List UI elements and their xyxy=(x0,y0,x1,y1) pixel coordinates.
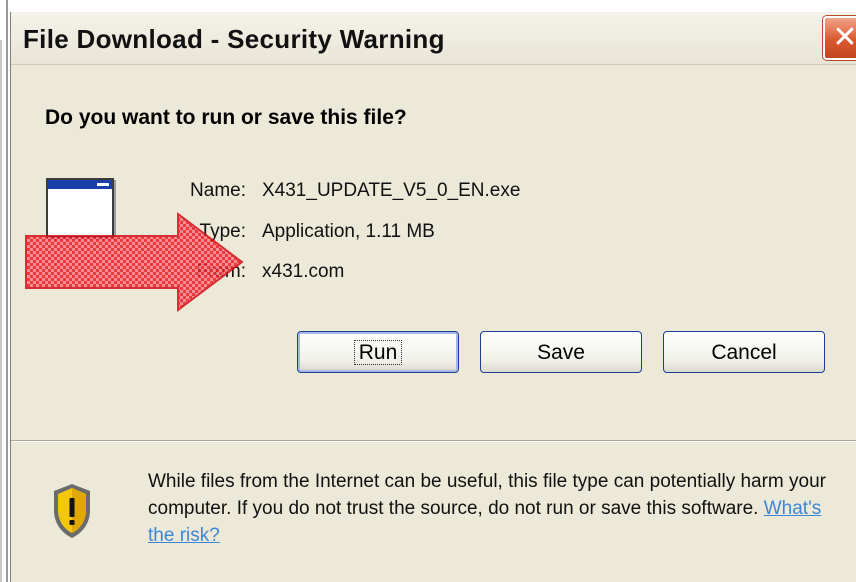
section-divider xyxy=(11,440,856,441)
warning-text: While files from the Internet can be use… xyxy=(148,471,826,519)
save-button-label: Save xyxy=(537,341,585,364)
question-heading: Do you want to run or save this file? xyxy=(45,106,407,129)
close-icon: ✕ xyxy=(832,21,856,54)
file-name-value: X431_UPDATE_V5_0_EN.exe xyxy=(262,180,521,201)
name-label: Name: xyxy=(190,180,246,201)
cancel-button-label: Cancel xyxy=(711,341,777,364)
window-edge xyxy=(6,0,8,582)
close-button[interactable]: ✕ xyxy=(823,16,856,60)
file-type-value: Application, 1.11 MB xyxy=(262,221,435,242)
run-button-label: Run xyxy=(353,340,403,365)
file-source-value: x431.com xyxy=(262,261,345,282)
cancel-button[interactable]: Cancel xyxy=(663,331,825,373)
security-shield-icon xyxy=(54,484,90,538)
save-button[interactable]: Save xyxy=(480,331,642,373)
window-edge-background xyxy=(0,40,2,582)
dialog-title: File Download - Security Warning xyxy=(23,24,445,54)
title-bar[interactable]: File Download - Security Warning ✕ xyxy=(11,12,856,65)
arrow-annotation-icon xyxy=(25,212,244,312)
security-warning-message: While files from the Internet can be use… xyxy=(148,468,848,549)
run-button[interactable]: Run xyxy=(297,331,459,373)
